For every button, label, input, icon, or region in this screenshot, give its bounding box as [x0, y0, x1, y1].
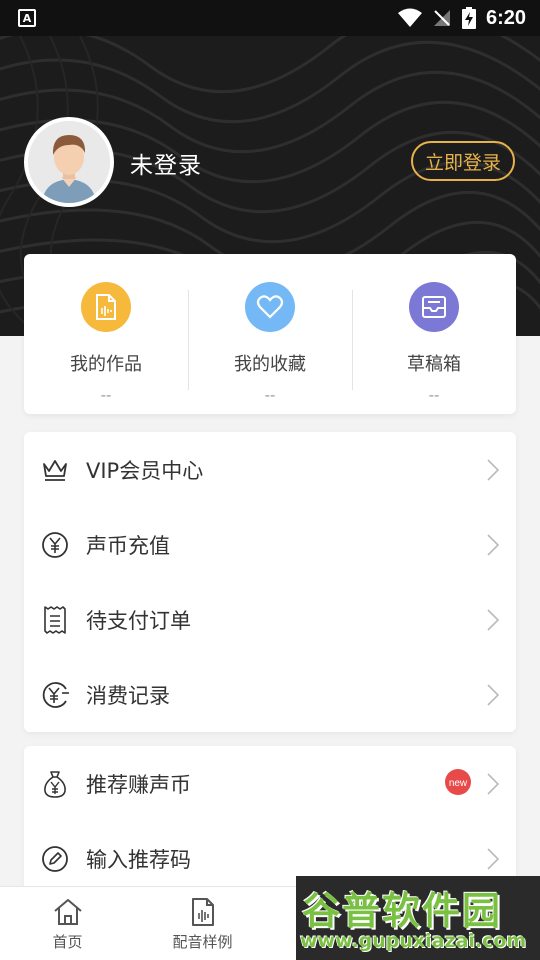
- status-time: 6:20: [485, 6, 526, 29]
- inbox-icon: [409, 282, 459, 332]
- new-badge-text: new: [449, 778, 468, 789]
- menu-item-label: VIP会员中心: [86, 458, 204, 483]
- default-avatar-icon: [28, 121, 110, 203]
- chevron-right-icon: [487, 533, 500, 556]
- menu-item-vip-center[interactable]: VIP会员中心: [24, 432, 516, 507]
- no-signal-icon: [433, 10, 450, 26]
- watermark-title: 谷普软件园: [302, 889, 503, 933]
- chevron-right-icon: [487, 458, 500, 481]
- nav-tab-label: 首页: [52, 933, 83, 951]
- site-watermark: 谷普软件园 www.gupuxiazai.com: [296, 876, 540, 960]
- menu-item-label: 推荐赚声币: [86, 772, 191, 797]
- menu-item-label: 输入推荐码: [86, 847, 191, 872]
- receipt-icon: [40, 605, 70, 635]
- quick-action-my-works[interactable]: 我的作品 --: [24, 254, 188, 414]
- quick-action-count: --: [100, 386, 112, 404]
- menu-item-label: 消费记录: [86, 683, 170, 708]
- chevron-right-icon: [487, 608, 500, 631]
- quick-action-count: --: [264, 386, 276, 404]
- nav-tab-home[interactable]: 首页: [0, 887, 135, 960]
- quick-action-label: 我的收藏: [234, 354, 306, 375]
- money-bag-icon: [40, 769, 70, 799]
- nav-tab-label: 配音样例: [172, 933, 233, 951]
- new-badge: new: [445, 769, 471, 795]
- menu-item-label: 声币充值: [86, 533, 170, 558]
- menu-item-pending-orders[interactable]: 待支付订单: [24, 582, 516, 657]
- watermark-url: www.gupuxiazai.com: [300, 930, 527, 952]
- chevron-right-icon: [487, 847, 500, 870]
- crown-icon: [40, 455, 70, 485]
- username-label: 未登录: [130, 153, 202, 179]
- pencil-circle-icon: [40, 844, 70, 874]
- yuan-history-icon: [40, 680, 70, 710]
- app-notification-icon: A: [18, 9, 36, 27]
- account-menu: VIP会员中心 声币充值 待支付订单 消费记录: [24, 432, 516, 732]
- login-button[interactable]: 立即登录: [411, 141, 515, 181]
- avatar[interactable]: [24, 117, 114, 207]
- quick-action-favorites[interactable]: 我的收藏 --: [188, 254, 352, 414]
- chevron-right-icon: [487, 772, 500, 795]
- quick-action-drafts[interactable]: 草稿箱 --: [352, 254, 516, 414]
- yuan-coin-icon: [40, 530, 70, 560]
- menu-item-referral-earn[interactable]: 推荐赚声币 new: [24, 746, 516, 821]
- audio-file-icon: [191, 898, 214, 926]
- quick-action-count: --: [428, 386, 440, 404]
- home-icon: [53, 899, 82, 925]
- wifi-icon: [397, 8, 422, 27]
- quick-actions-card: 我的作品 -- 我的收藏 -- 草稿箱 --: [24, 254, 516, 414]
- menu-item-spending-history[interactable]: 消费记录: [24, 657, 516, 732]
- heart-icon: [245, 282, 295, 332]
- status-bar: A 6:20: [0, 0, 540, 36]
- quick-action-label: 我的作品: [70, 354, 142, 375]
- quick-action-label: 草稿箱: [407, 354, 461, 375]
- status-icons: 6:20: [397, 6, 526, 30]
- battery-charging-icon: [461, 7, 476, 29]
- menu-item-recharge[interactable]: 声币充值: [24, 507, 516, 582]
- nav-tab-dubbing-samples[interactable]: 配音样例: [135, 887, 270, 960]
- menu-item-label: 待支付订单: [86, 608, 191, 633]
- chevron-right-icon: [487, 683, 500, 706]
- document-audio-icon: [81, 282, 131, 332]
